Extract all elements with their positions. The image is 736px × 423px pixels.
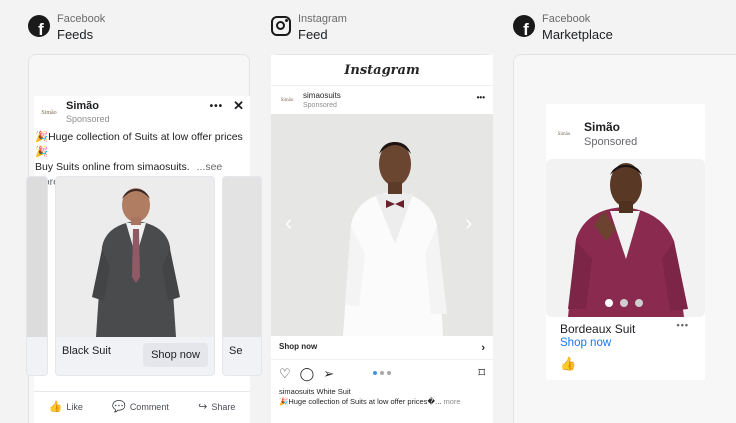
platform-name: Facebook	[542, 13, 591, 25]
more-options-icon[interactable]: •••	[210, 101, 224, 114]
carousel-card[interactable]: Black Suit Shop now	[55, 176, 215, 376]
brand-logo[interactable]: Simão	[279, 92, 295, 109]
like-button[interactable]: 👍 Like	[49, 400, 83, 413]
product-image	[27, 177, 47, 337]
close-icon[interactable]: ✕	[233, 98, 244, 114]
ad-text-line: 🎉Huge collection of Suits at low offer p…	[35, 131, 243, 158]
fb-feed-ad-preview: Simão Simão Sponsored ••• ✕ 🎉Huge collec…	[26, 96, 262, 423]
brand-logo[interactable]: Simão	[38, 101, 60, 124]
sponsored-label: Sponsored	[584, 136, 638, 148]
placement-facebook-feeds: f Facebook Feeds	[28, 12, 105, 43]
platform-name: Facebook	[57, 13, 106, 25]
platform-name: Instagram	[298, 13, 347, 25]
carousel-card-next[interactable]: Se	[222, 176, 262, 376]
placement-format: Feeds	[57, 27, 94, 42]
carousel-prev-arrow-icon[interactable]: ‹	[285, 210, 292, 236]
comment-icon: 💬	[112, 401, 126, 413]
placement-facebook-marketplace: f Facebook Marketplace	[513, 12, 613, 43]
product-title: Bordeaux Suit	[560, 322, 636, 336]
like-label: Like	[66, 402, 83, 412]
card-cta-partial: Se	[229, 345, 243, 357]
more-options-icon[interactable]: •••	[477, 93, 485, 102]
shop-now-link[interactable]: Shop now	[560, 337, 611, 349]
sponsored-label: Sponsored	[66, 114, 110, 124]
page-name[interactable]: Simão	[66, 100, 110, 113]
carousel-dots	[605, 299, 643, 307]
instagram-wordmark: Instagram	[344, 63, 420, 78]
placement-format: Marketplace	[542, 27, 613, 42]
heart-icon[interactable]: ♡	[279, 366, 291, 382]
carousel-dot	[620, 299, 628, 307]
carousel-dot	[380, 371, 384, 375]
mp-ad-header: Simão Simão Sponsored	[554, 120, 637, 149]
product-image-white-suit	[271, 114, 493, 336]
sponsored-label: Sponsored	[303, 102, 337, 109]
ig-caption-text: 🎉Huge collection of Suits at low offer p…	[279, 397, 489, 406]
facebook-logo-icon: f	[28, 15, 50, 37]
instagram-logo-icon	[271, 16, 291, 36]
chevron-right-icon: ›	[481, 342, 485, 354]
thumbs-up-icon[interactable]: 👍	[560, 356, 576, 372]
fb-ad-header: Simão Simão Sponsored	[38, 100, 110, 125]
ig-caption-title: simaosuits White Suit	[279, 387, 351, 396]
fb-marketplace-ad-preview: Simão Simão Sponsored Bordeaux Suit ••• …	[546, 104, 705, 380]
carousel-dots	[373, 371, 391, 375]
caption-more-link[interactable]: more	[443, 397, 460, 406]
product-image-black-suit	[56, 177, 214, 337]
carousel-next-arrow-icon[interactable]: ›	[465, 210, 472, 236]
product-image	[223, 177, 261, 337]
share-label: Share	[211, 402, 236, 412]
facebook-logo-icon: f	[513, 15, 535, 37]
fb-action-bar: 👍 Like 💬 Comment ↪ Share	[34, 391, 250, 413]
carousel-dot	[635, 299, 643, 307]
comment-button[interactable]: 💬 Comment	[112, 400, 169, 413]
carousel-dot	[387, 371, 391, 375]
send-icon[interactable]: ➢	[323, 366, 334, 382]
ig-ad-header: Simão simaosuits Sponsored	[279, 91, 341, 110]
caption-body: 🎉Huge collection of Suits at low offer p…	[279, 397, 442, 406]
page-name[interactable]: Simão	[584, 120, 637, 135]
shop-now-label: Shop now	[279, 342, 318, 351]
carousel-dot-active	[373, 371, 377, 375]
placement-format: Feed	[298, 27, 328, 42]
placement-instagram-feed: Instagram Feed	[271, 12, 347, 43]
brand-logo[interactable]: Simão	[554, 124, 574, 145]
more-options-icon[interactable]: •••	[677, 320, 689, 330]
product-image-bordeaux-suit	[546, 159, 705, 317]
ig-username[interactable]: simaosuits	[303, 91, 341, 101]
comment-label: Comment	[129, 402, 169, 412]
thumbs-up-icon: 👍	[48, 401, 63, 413]
ig-feed-ad-preview: Instagram Simão simaosuits Sponsored •••…	[271, 55, 493, 423]
share-icon: ↪	[198, 401, 208, 413]
share-button[interactable]: ↪ Share	[198, 400, 235, 413]
divider	[271, 85, 493, 86]
ig-shop-now-bar[interactable]: Shop now ›	[271, 336, 493, 360]
ad-text-line: Buy Suits online from simaosuits.	[35, 161, 190, 173]
shop-now-button[interactable]: Shop now	[143, 343, 208, 367]
carousel-card-prev[interactable]	[26, 176, 48, 376]
comment-icon[interactable]: ◯	[300, 366, 315, 382]
card-title: Black Suit	[62, 345, 111, 357]
carousel-dot-active	[605, 299, 613, 307]
bookmark-icon[interactable]: ⌑	[478, 365, 485, 381]
ig-action-icons: ♡ ◯ ➢	[279, 366, 334, 382]
